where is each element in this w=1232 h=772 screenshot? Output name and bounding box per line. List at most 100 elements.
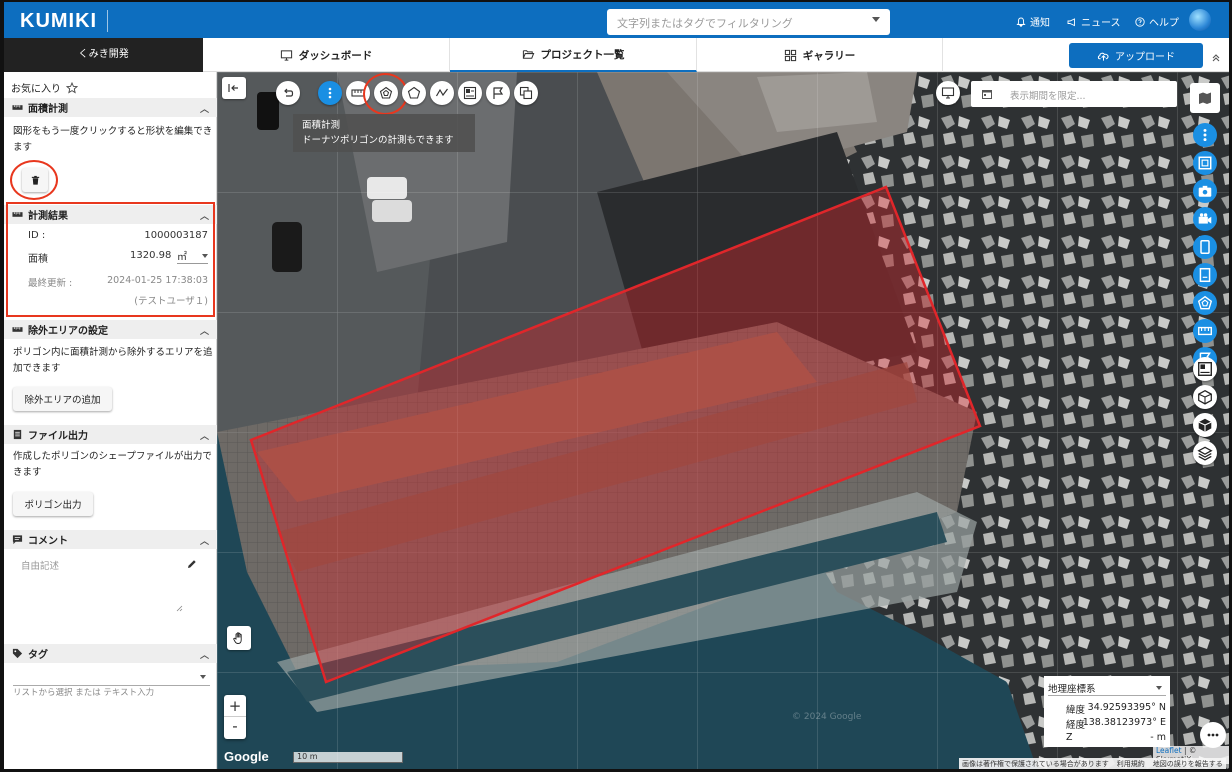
chevron-down-icon[interactable]: [872, 17, 880, 22]
zoom-out-button[interactable]: -: [224, 717, 246, 738]
period-filter-input[interactable]: 表示期間を限定...: [971, 81, 1177, 107]
camera-icon: [1198, 185, 1212, 197]
ruler-icon: [12, 105, 23, 110]
notify-link[interactable]: 通知: [1016, 14, 1050, 29]
tags-input[interactable]: [13, 668, 210, 686]
caret-down-icon: [1156, 686, 1162, 690]
exclude-text: ポリゴン内に面積計測から除外するエリアを追加できます: [13, 347, 213, 374]
monitor-icon: [280, 49, 292, 61]
zoom-in-button[interactable]: +: [224, 695, 246, 717]
collapse-panel-button[interactable]: [222, 77, 246, 99]
polygon-export-button[interactable]: ポリゴン出力: [13, 492, 93, 516]
area-layer-button[interactable]: [1193, 291, 1217, 315]
arrow-left-bar-icon: [228, 84, 238, 92]
calendar-icon: [982, 90, 992, 99]
edit-pencil-icon[interactable]: [186, 558, 198, 570]
terms-link[interactable]: 利用規約: [1117, 759, 1145, 769]
google-logo: Google: [224, 749, 269, 764]
lon-value: 138.38123973° E: [1082, 717, 1166, 728]
file-output-header[interactable]: ファイル出力 ︿: [4, 425, 217, 444]
point-cloud-button[interactable]: [1193, 385, 1217, 409]
area-measure-header[interactable]: 面積計測 ︿: [4, 98, 217, 117]
cloud-upload-icon: [1097, 52, 1109, 61]
3d-model-button[interactable]: [1193, 413, 1217, 437]
camera-button[interactable]: [1193, 179, 1217, 203]
grid-icon: [784, 49, 796, 61]
satellite-image: [217, 72, 1229, 769]
coord-system-value: 地理座標系: [1048, 684, 1096, 695]
app-logo[interactable]: KUMIKI: [20, 10, 97, 33]
more-tools-button[interactable]: [318, 81, 342, 105]
caret-down-icon: [200, 675, 206, 679]
report-error-link[interactable]: 地図の誤りを報告する: [1153, 759, 1223, 769]
layer-view-button[interactable]: [936, 81, 960, 105]
lat-label: 緯度: [1066, 705, 1086, 716]
tab-gallery-label: ギャラリー: [802, 49, 856, 62]
video-camera-icon: [1198, 213, 1212, 224]
tab-dashboard[interactable]: ダッシュボード: [203, 38, 450, 72]
tags-title: タグ: [28, 650, 48, 661]
kebab-menu-icon: [1203, 128, 1207, 142]
pan-mode-button[interactable]: [227, 626, 251, 650]
polygon-draw-button[interactable]: [402, 81, 426, 105]
right-more-button[interactable]: [1193, 123, 1217, 147]
base-map-button[interactable]: [1190, 83, 1220, 113]
tags-header[interactable]: タグ ︿: [4, 644, 217, 663]
video-button[interactable]: [1193, 207, 1217, 231]
map-view[interactable]: 面積計測 ドーナツポリゴンの計測もできます 表示期間を限定... + - Goo…: [217, 72, 1229, 769]
bell-icon: [1016, 17, 1026, 27]
document-icon: [13, 429, 22, 440]
comment-textarea[interactable]: 自由記述: [13, 552, 185, 614]
comment-placeholder: 自由記述: [21, 561, 60, 572]
chevron-up-icon: ︿: [199, 432, 209, 442]
more-options-button[interactable]: [1200, 722, 1226, 748]
notify-label: 通知: [1030, 18, 1050, 29]
tab-gallery[interactable]: ギャラリー: [697, 38, 943, 72]
tablet-icon: [1200, 239, 1210, 255]
monitor-icon: [941, 87, 955, 99]
map-icon: [1199, 92, 1211, 104]
add-exclude-area-button[interactable]: 除外エリアの追加: [13, 387, 112, 411]
help-circle-icon: [1135, 16, 1145, 27]
coord-system-select[interactable]: 地理座標系: [1048, 681, 1166, 696]
scale-bar: 10 m: [293, 752, 403, 763]
exclude-header[interactable]: 除外エリアの設定 ︿: [4, 320, 217, 339]
map-watermark: © 2024 Google: [792, 712, 862, 722]
user-avatar-globe[interactable]: [1189, 9, 1211, 31]
polygon-donut-icon: [1197, 295, 1213, 310]
top-bar: KUMIKI 文字列またはタグでフィルタリング 通知 ニュース ヘルプ: [4, 2, 1229, 38]
duplicate-button[interactable]: [514, 81, 538, 105]
orthophoto-button[interactable]: [1193, 151, 1217, 175]
help-link[interactable]: ヘルプ: [1135, 14, 1179, 29]
leaflet-link[interactable]: Leaflet: [1156, 746, 1182, 755]
collapse-header-icon[interactable]: [1211, 53, 1225, 67]
news-link[interactable]: ニュース: [1067, 14, 1121, 29]
layers-button[interactable]: [1193, 441, 1217, 465]
copy-icon: [519, 86, 533, 100]
device-button[interactable]: [1193, 235, 1217, 259]
measure-layer-button[interactable]: [1193, 319, 1217, 343]
tab-dashboard-label: ダッシュボード: [298, 49, 373, 62]
frame-icon: [1198, 156, 1212, 170]
area-measure-title: 面積計測: [28, 104, 68, 115]
cube-dots-icon: [1198, 389, 1212, 405]
comment-title: コメント: [28, 536, 68, 547]
comment-header[interactable]: コメント ︿: [4, 530, 217, 549]
line-draw-button[interactable]: [430, 81, 454, 105]
tool-tooltip: 面積計測 ドーナツポリゴンの計測もできます: [293, 114, 475, 152]
annotation-layer-button[interactable]: [1193, 357, 1217, 381]
flag-button[interactable]: [486, 81, 510, 105]
upload-button[interactable]: アップロード: [1069, 43, 1203, 68]
tab-projects[interactable]: プロジェクト一覧: [450, 38, 697, 72]
undo-arrow-icon: [284, 88, 294, 97]
zoom-control: + -: [224, 695, 246, 739]
scale-label: 10 m: [297, 752, 318, 761]
filter-search-input[interactable]: 文字列またはタグでフィルタリング: [607, 9, 890, 35]
annotation-button[interactable]: [458, 81, 482, 105]
ellipsis-icon: [1207, 733, 1219, 737]
undo-button[interactable]: [276, 81, 300, 105]
document-button[interactable]: [1193, 263, 1217, 287]
project-name[interactable]: くみき開発: [4, 38, 203, 72]
favorite-toggle[interactable]: お気に入り: [11, 80, 78, 95]
z-value: - m: [1150, 732, 1166, 743]
